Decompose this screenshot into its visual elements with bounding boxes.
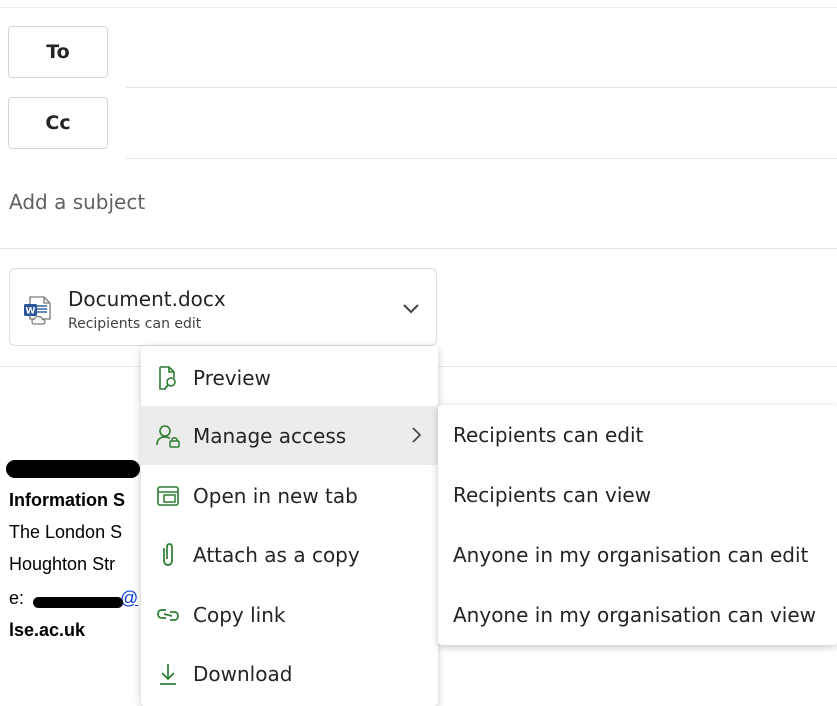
attachment-card[interactable]: W Document.docx Recipients can edit (9, 268, 437, 346)
email-link[interactable]: @ (120, 588, 138, 608)
svg-text:W: W (26, 307, 36, 317)
attachment-file-name: Document.docx (68, 287, 226, 311)
menu-item-label: Open in new tab (193, 483, 358, 508)
email-prefix: e: (9, 588, 25, 608)
redaction-bar (6, 460, 140, 478)
menu-item-copy-link[interactable]: Copy link (141, 585, 438, 644)
menu-item-label: Attach as a copy (193, 542, 360, 567)
download-icon (160, 663, 176, 685)
signature-line-2: The London S (9, 522, 123, 542)
menu-item-download[interactable]: Download (141, 644, 438, 703)
paperclip-icon (163, 542, 173, 566)
cc-button[interactable]: Cc (8, 97, 108, 149)
open-new-tab-icon (157, 485, 179, 506)
chevron-down-icon[interactable] (400, 297, 422, 319)
email-redaction (33, 597, 123, 608)
submenu-item-recipients-edit[interactable]: Recipients can edit (438, 405, 837, 465)
to-button[interactable]: To (8, 26, 108, 78)
manage-access-icon (156, 424, 180, 448)
signature-line-3: Houghton Str (9, 554, 116, 574)
cc-field-underline (126, 158, 837, 159)
submenu-item-org-edit[interactable]: Anyone in my organisation can edit (438, 525, 837, 585)
subject-input[interactable]: Add a subject (9, 190, 145, 214)
submenu-item-org-view[interactable]: Anyone in my organisation can view (438, 585, 837, 645)
menu-item-preview[interactable]: Preview (141, 348, 438, 407)
submenu-item-recipients-view[interactable]: Recipients can view (438, 465, 837, 525)
word-document-cloud-icon: W (24, 296, 51, 325)
signature-line-5: lse.ac.uk (9, 620, 86, 640)
preview-icon (159, 365, 176, 390)
menu-item-label: Preview (193, 365, 271, 390)
menu-item-label: Copy link (193, 602, 286, 627)
menu-item-open-new-tab[interactable]: Open in new tab (141, 466, 438, 525)
menu-item-label: Manage access (193, 423, 347, 448)
menu-item-attach-copy[interactable]: Attach as a copy (141, 525, 438, 584)
link-icon (157, 608, 179, 621)
to-field-underline (126, 87, 837, 88)
menu-item-manage-access[interactable]: Manage access (141, 406, 438, 465)
attachment-permission: Recipients can edit (68, 316, 202, 332)
manage-access-submenu: Recipients can edit Recipients can view … (438, 405, 837, 645)
attachment-context-menu: Preview Manage access Open in new tab At… (141, 346, 438, 706)
chevron-right-icon (412, 427, 422, 443)
signature-line-1: Information S (9, 490, 125, 510)
menu-item-label: Download (193, 661, 293, 686)
subject-underline (0, 248, 837, 249)
top-divider (0, 7, 837, 8)
